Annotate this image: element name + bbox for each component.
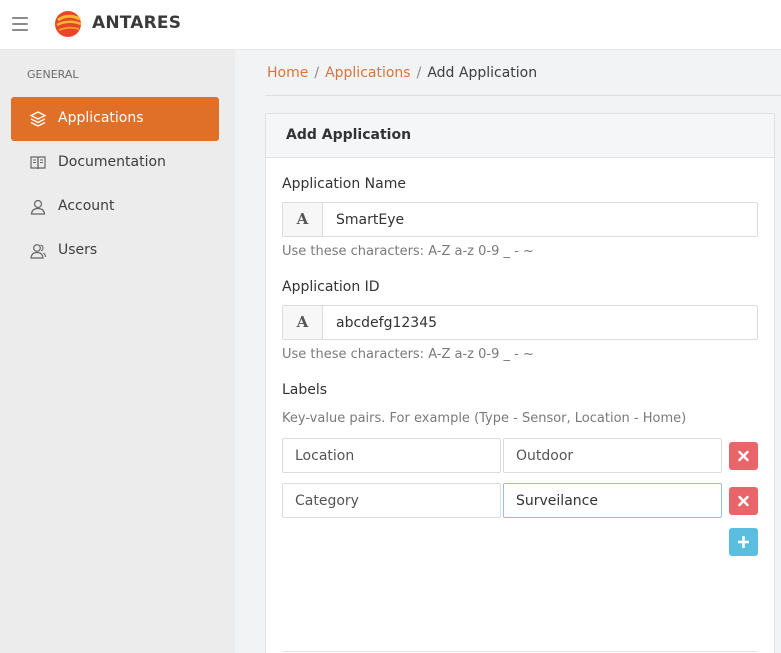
label-value-input[interactable] bbox=[503, 438, 722, 473]
top-header: ANTARES bbox=[0, 0, 781, 50]
application-name-group: A bbox=[282, 202, 758, 237]
application-name-input[interactable] bbox=[324, 203, 757, 236]
breadcrumb-separator: / bbox=[314, 65, 320, 81]
label-value-input[interactable] bbox=[503, 483, 722, 518]
application-id-input[interactable] bbox=[324, 306, 757, 339]
brand-name: ANTARES bbox=[92, 13, 182, 33]
users-icon bbox=[30, 244, 47, 259]
remove-label-button[interactable] bbox=[729, 487, 758, 515]
card-divider bbox=[282, 651, 758, 652]
application-name-hint: Use these characters: A-Z a-z 0-9 _ - ~ bbox=[282, 244, 534, 259]
sidebar-item-label: Users bbox=[58, 242, 98, 258]
breadcrumb-separator: / bbox=[416, 65, 422, 81]
close-icon bbox=[738, 450, 749, 462]
antares-logo-icon[interactable] bbox=[54, 10, 82, 38]
sidebar-item-label: Applications bbox=[58, 110, 144, 126]
plus-icon bbox=[738, 536, 749, 548]
breadcrumb-applications-link[interactable]: Applications bbox=[325, 65, 411, 81]
add-label-button[interactable] bbox=[729, 528, 758, 556]
sidebar-item-documentation[interactable]: Documentation bbox=[11, 141, 219, 185]
text-type-icon: A bbox=[283, 203, 323, 236]
labels-hint: Key-value pairs. For example (Type - Sen… bbox=[282, 411, 687, 426]
card-title: Add Application bbox=[286, 127, 412, 143]
sidebar-item-applications[interactable]: Applications bbox=[11, 97, 219, 141]
remove-label-button[interactable] bbox=[729, 442, 758, 470]
sidebar-group-label: GENERAL bbox=[27, 68, 79, 81]
sidebar-item-users[interactable]: Users bbox=[11, 229, 219, 273]
labels-label: Labels bbox=[282, 382, 328, 398]
label-key-input[interactable] bbox=[282, 483, 501, 518]
label-key-input[interactable] bbox=[282, 438, 501, 473]
application-id-label: Application ID bbox=[282, 279, 380, 295]
breadcrumb: Home / Applications / Add Application bbox=[267, 65, 537, 85]
card-header: Add Application bbox=[266, 114, 774, 158]
close-icon bbox=[738, 495, 749, 507]
sidebar: GENERAL Applications Documentation Accou… bbox=[0, 50, 235, 653]
hamburger-menu-icon[interactable] bbox=[12, 17, 28, 31]
user-icon bbox=[30, 199, 46, 215]
breadcrumb-current: Add Application bbox=[427, 65, 538, 81]
sidebar-item-account[interactable]: Account bbox=[11, 185, 219, 229]
breadcrumb-divider bbox=[265, 95, 781, 96]
text-type-icon: A bbox=[283, 306, 323, 339]
application-id-group: A bbox=[282, 305, 758, 340]
add-application-card: Add Application bbox=[265, 113, 775, 653]
layers-icon bbox=[29, 111, 47, 127]
sidebar-item-label: Account bbox=[58, 198, 115, 214]
book-icon bbox=[30, 156, 46, 170]
breadcrumb-home-link[interactable]: Home bbox=[267, 65, 308, 81]
application-id-hint: Use these characters: A-Z a-z 0-9 _ - ~ bbox=[282, 347, 534, 362]
application-name-label: Application Name bbox=[282, 176, 406, 192]
sidebar-item-label: Documentation bbox=[58, 154, 166, 170]
